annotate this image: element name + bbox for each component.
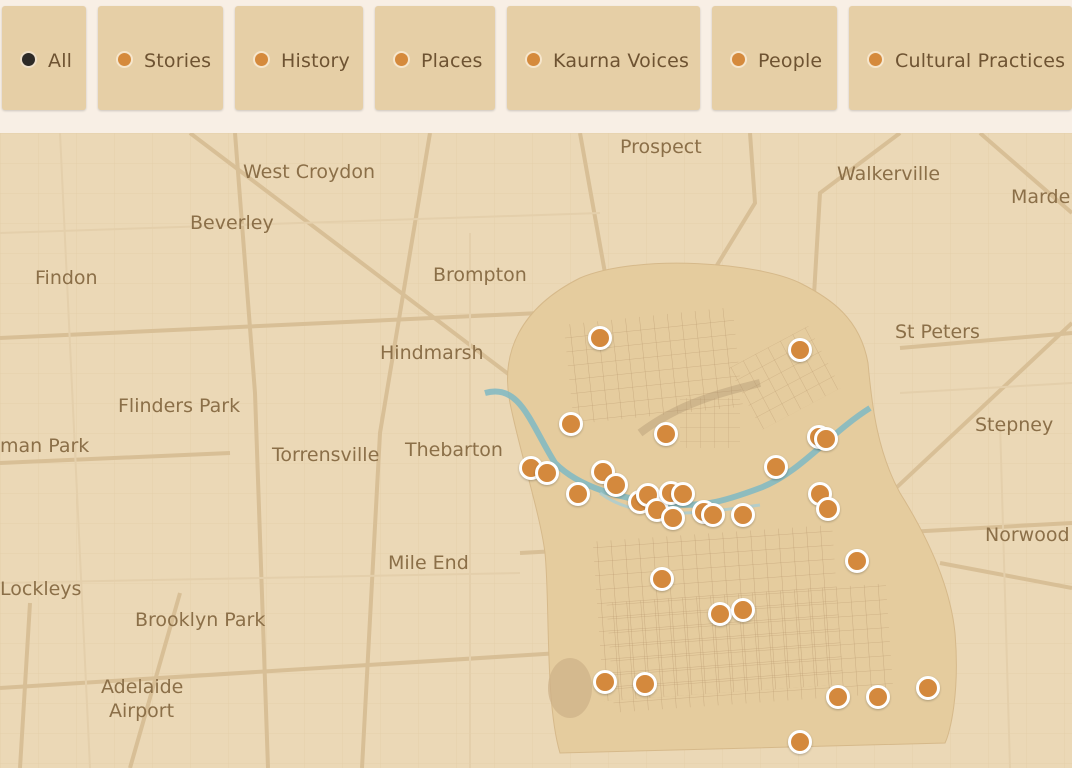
map-marker[interactable] xyxy=(588,326,612,350)
place-label: Stepney xyxy=(975,414,1054,436)
map-marker[interactable] xyxy=(661,506,685,530)
filter-label: Cultural Practices xyxy=(895,50,1066,72)
place-label: Marde xyxy=(1011,186,1071,208)
place-label: Beverley xyxy=(190,212,274,234)
place-label: Adelaide xyxy=(101,676,184,698)
place-label: Thebarton xyxy=(405,439,503,461)
place-label: St Peters xyxy=(895,321,980,343)
filter-label: All xyxy=(48,50,73,72)
place-label: Airport xyxy=(109,700,175,722)
map-marker[interactable] xyxy=(650,567,674,591)
category-filter-bar: All Stories History Places Kaurna Voices… xyxy=(0,0,1072,133)
map-marker[interactable] xyxy=(814,427,838,451)
place-label: Findon xyxy=(35,267,98,289)
circle-dot-icon xyxy=(253,51,270,68)
place-label: Brooklyn Park xyxy=(135,609,266,631)
filter-history-button[interactable]: History xyxy=(235,6,363,110)
filter-all-button[interactable]: All xyxy=(2,6,86,110)
circle-dot-icon xyxy=(525,51,542,68)
circle-dot-icon xyxy=(730,51,747,68)
map-marker[interactable] xyxy=(845,549,869,573)
filter-kaurna-voices-button[interactable]: Kaurna Voices xyxy=(507,6,700,110)
map-marker[interactable] xyxy=(559,412,583,436)
filter-label: People xyxy=(758,50,823,72)
circle-dot-icon xyxy=(867,51,884,68)
place-label: man Park xyxy=(0,435,90,457)
map-marker[interactable] xyxy=(731,503,755,527)
map-marker[interactable] xyxy=(535,461,559,485)
place-label: Mile End xyxy=(388,552,469,574)
filter-label: Places xyxy=(421,50,483,72)
place-label: Norwood xyxy=(985,524,1070,546)
map-marker[interactable] xyxy=(788,730,812,754)
map-marker[interactable] xyxy=(708,602,732,626)
map-marker[interactable] xyxy=(916,676,940,700)
map-marker[interactable] xyxy=(826,685,850,709)
map-marker[interactable] xyxy=(593,670,617,694)
filter-label: Kaurna Voices xyxy=(553,50,690,72)
map-marker[interactable] xyxy=(633,672,657,696)
map-marker[interactable] xyxy=(866,685,890,709)
circle-dot-icon xyxy=(20,51,37,68)
place-label: Prospect xyxy=(620,136,702,158)
place-label: Walkerville xyxy=(837,163,941,185)
base-map xyxy=(0,133,1072,768)
place-label: Hindmarsh xyxy=(380,342,484,364)
filter-label: History xyxy=(281,50,350,72)
map-marker[interactable] xyxy=(701,503,725,527)
map-marker[interactable] xyxy=(816,497,840,521)
map-marker[interactable] xyxy=(671,482,695,506)
place-label: West Croydon xyxy=(243,161,376,183)
map-view[interactable]: Prospect West Croydon Walkerville Marde … xyxy=(0,133,1072,768)
map-marker[interactable] xyxy=(731,598,755,622)
place-label: Brompton xyxy=(433,264,527,286)
circle-dot-icon xyxy=(116,51,133,68)
filter-people-button[interactable]: People xyxy=(712,6,837,110)
place-label: Lockleys xyxy=(0,578,82,600)
map-marker[interactable] xyxy=(788,338,812,362)
filter-cultural-practices-button[interactable]: Cultural Practices xyxy=(849,6,1072,110)
filter-places-button[interactable]: Places xyxy=(375,6,495,110)
circle-dot-icon xyxy=(393,51,410,68)
map-marker[interactable] xyxy=(764,455,788,479)
map-marker[interactable] xyxy=(654,422,678,446)
filter-label: Stories xyxy=(144,50,212,72)
filter-stories-button[interactable]: Stories xyxy=(98,6,223,110)
map-marker[interactable] xyxy=(604,473,628,497)
place-label: Flinders Park xyxy=(118,395,241,417)
place-label: Torrensville xyxy=(272,444,380,466)
map-marker[interactable] xyxy=(566,482,590,506)
